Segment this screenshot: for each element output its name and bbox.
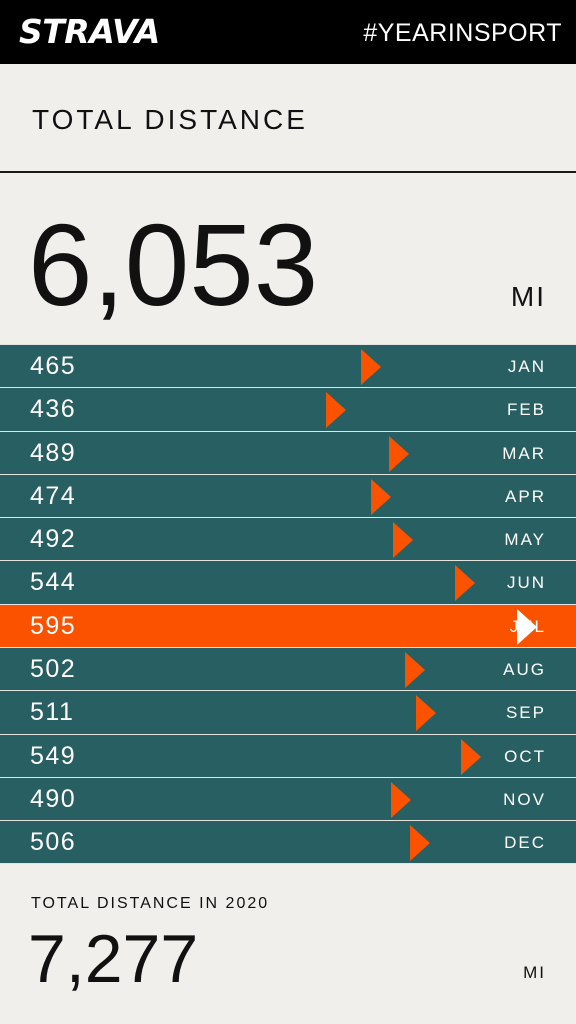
month-row-apr: 474 APR [0, 473, 576, 518]
distance-marker [455, 565, 476, 602]
month-label: APR [505, 486, 546, 506]
month-row-jun: 544 JUN [0, 560, 576, 604]
month-value: 490 [30, 784, 77, 813]
comparison-value: 7,277 [28, 921, 199, 997]
distance-marker [415, 695, 436, 732]
month-label: FEB [506, 400, 546, 420]
month-label: JUN [506, 573, 546, 593]
comparison-title: TOTAL DISTANCE IN 2020 [31, 895, 270, 912]
month-row-nov: 490 NOV [0, 776, 576, 821]
month-label: OCT [504, 746, 546, 766]
month-value: 506 [30, 828, 77, 857]
monthly-distance-chart: 465 JAN 436 FEB 489 MAR 474 APR 492 MAY 544 JUN 595 J… [0, 344, 576, 864]
month-label: NOV [503, 789, 546, 809]
month-row-dec: 506 DEC [0, 820, 576, 864]
month-value: 436 [30, 395, 77, 424]
total-distance-value: 6,053 [28, 200, 319, 330]
month-row-feb: 436 FEB [0, 387, 576, 431]
distance-marker [461, 738, 482, 775]
strava-logo: STRAVA [19, 12, 160, 51]
distance-marker [409, 825, 430, 862]
hashtag-label: #YEARINSPORT [363, 19, 562, 47]
month-value: 492 [30, 525, 77, 554]
distance-marker [392, 522, 413, 559]
month-row-oct: 549 OCT [0, 733, 576, 777]
divider [0, 171, 576, 173]
month-value: 511 [30, 698, 75, 727]
month-value: 465 [30, 352, 77, 380]
distance-marker [371, 478, 392, 515]
month-row-jul: 595 JUL [0, 603, 576, 648]
distance-marker [389, 435, 410, 472]
month-label: MAY [504, 530, 546, 550]
month-value: 489 [30, 438, 77, 467]
month-label: DEC [504, 833, 546, 853]
month-value: 502 [30, 655, 77, 684]
month-value: 595 [30, 611, 77, 640]
month-row-sep: 511 SEP [0, 690, 576, 734]
month-row-jan: 465 JAN [0, 344, 576, 388]
distance-marker [325, 392, 346, 429]
month-value: 474 [30, 481, 77, 510]
month-label: AUG [503, 660, 546, 680]
month-value: 549 [30, 741, 77, 770]
app-header: STRAVA #YEARINSPORT [0, 0, 576, 64]
distance-marker [390, 781, 411, 818]
month-label: SEP [505, 703, 546, 723]
month-row-mar: 489 MAR [0, 430, 576, 474]
month-row-may: 492 MAY [0, 517, 576, 561]
month-value: 544 [30, 568, 77, 597]
month-row-aug: 502 AUG [0, 647, 576, 691]
comparison-unit: MI [523, 963, 546, 982]
distance-marker [360, 349, 381, 385]
distance-marker [404, 652, 425, 689]
month-label: JUL [509, 616, 546, 636]
month-label: JAN [507, 357, 546, 376]
section-title: TOTAL DISTANCE [32, 104, 308, 135]
month-label: MAR [502, 443, 546, 463]
total-distance-unit: MI [510, 281, 546, 312]
